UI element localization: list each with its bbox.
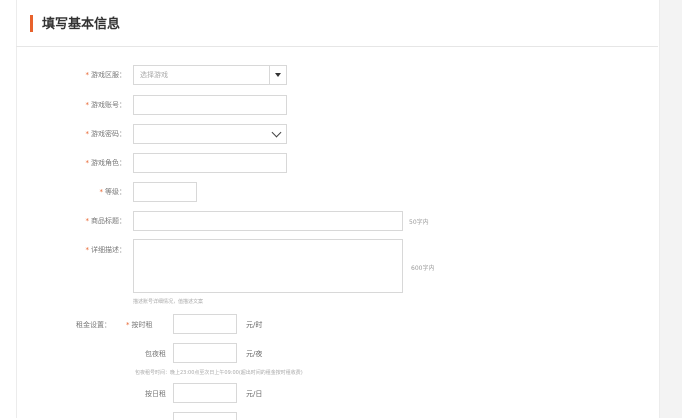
title-accent-bar — [30, 15, 33, 32]
product-title-label: * 商品标题： — [85, 217, 127, 225]
server-select-placeholder: 选择游戏 — [140, 71, 168, 79]
account-label: * 游戏账号： — [85, 101, 127, 109]
section-title: 填写基本信息 — [42, 17, 121, 32]
overnight-rent-label: 包夜租 — [145, 350, 166, 358]
role-label: * 游戏角色： — [85, 159, 127, 167]
description-textarea[interactable] — [133, 239, 403, 293]
section-header: 填写基本信息 — [16, 0, 658, 47]
overnight-rent-input[interactable] — [173, 343, 237, 363]
server-label: * 游戏区服： — [85, 71, 127, 79]
password-label: * 游戏密码： — [85, 130, 127, 138]
required-mark: * — [85, 130, 90, 138]
role-input[interactable] — [133, 153, 287, 173]
required-mark: * — [85, 101, 90, 109]
password-input[interactable] — [133, 124, 287, 144]
description-hint: 描述账号详细情况，值描述文案 — [133, 299, 204, 305]
dropdown-button[interactable] — [269, 66, 286, 84]
right-gutter — [659, 0, 682, 418]
hourly-rent-label: * 按时租 — [126, 321, 153, 329]
form-panel — [16, 0, 660, 418]
level-input[interactable] — [133, 182, 197, 202]
required-mark: * — [126, 321, 130, 329]
rent-settings-label: 租金设置： — [76, 321, 111, 329]
next-row-input[interactable] — [173, 412, 237, 420]
server-select[interactable]: 选择游戏 — [133, 65, 287, 85]
product-title-limit: 50字内 — [409, 219, 429, 226]
required-mark: * — [85, 71, 90, 79]
triangle-down-icon — [275, 73, 281, 77]
overnight-rent-unit: 元/夜 — [246, 350, 263, 358]
product-title-input[interactable] — [133, 211, 403, 231]
description-limit: 600字内 — [411, 265, 435, 272]
required-mark: * — [85, 217, 90, 225]
chevron-down-icon — [271, 127, 282, 138]
daily-rent-input[interactable] — [173, 383, 237, 403]
account-input[interactable] — [133, 95, 287, 115]
required-mark: * — [99, 188, 104, 196]
daily-rent-unit: 元/日 — [246, 390, 263, 398]
required-mark: * — [85, 246, 90, 254]
hourly-rent-input[interactable] — [173, 314, 237, 334]
hourly-rent-unit: 元/时 — [246, 321, 263, 329]
overnight-rent-hint: 包夜租号时间：晚上23:00点至次日上午09:00(超出时间的租金按时租收费) — [135, 370, 303, 376]
level-label: * 等级： — [99, 188, 127, 196]
description-label: * 详细描述： — [85, 246, 127, 254]
daily-rent-label: 按日租 — [145, 390, 166, 398]
required-mark: * — [85, 159, 90, 167]
